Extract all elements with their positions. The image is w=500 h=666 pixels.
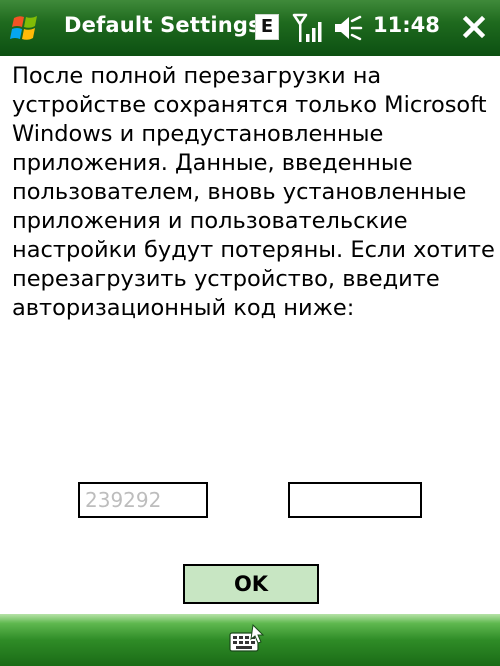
ok-button[interactable]: OK bbox=[183, 564, 319, 604]
signal-strength-icon[interactable] bbox=[292, 12, 326, 44]
close-button[interactable] bbox=[460, 13, 488, 41]
message-line: приложения и пользовательские bbox=[12, 208, 408, 234]
start-button[interactable] bbox=[6, 10, 46, 46]
message-line: Windows и предустановленные bbox=[12, 121, 384, 147]
keyboard-input-icon[interactable] bbox=[227, 623, 267, 655]
authorization-code-input[interactable] bbox=[288, 482, 422, 518]
authorization-code-display: 239292 bbox=[78, 482, 208, 518]
message-line: пользователем, вновь установленные bbox=[12, 179, 467, 205]
clock[interactable]: 11:48 bbox=[373, 13, 440, 37]
close-icon bbox=[462, 15, 486, 39]
menu-bar bbox=[0, 614, 500, 666]
message-line: устройстве сохранятся только Microsoft bbox=[12, 92, 487, 118]
input-mode-indicator[interactable]: E bbox=[255, 14, 279, 40]
message-line: приложения. Данные, введенные bbox=[12, 150, 413, 176]
reset-warning-message: После полной перезагрузки на устройстве … bbox=[12, 62, 495, 323]
message-line: перезагрузить устройство, введите bbox=[12, 266, 440, 292]
message-line: авторизационный код ниже: bbox=[12, 295, 355, 321]
app-title: Default Settings bbox=[64, 13, 261, 37]
volume-icon[interactable] bbox=[333, 15, 363, 41]
title-bar: Default Settings E 11:48 bbox=[0, 0, 500, 56]
message-line: После полной перезагрузки на bbox=[12, 63, 382, 89]
windows-flag-icon bbox=[10, 16, 37, 40]
message-line: настройки будут потеряны. Если хотите bbox=[12, 237, 495, 263]
